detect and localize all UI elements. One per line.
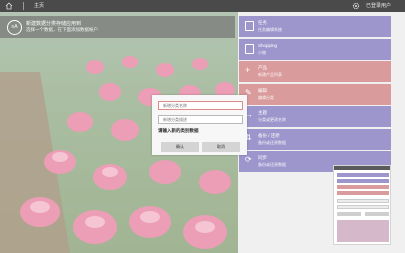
preview-input [337, 199, 389, 203]
tile-edit[interactable]: ✎ 编辑 编辑分类 [239, 83, 391, 105]
preview-button [365, 212, 389, 216]
preview-input [337, 205, 389, 209]
app-logo: ≡A [7, 20, 22, 35]
tile-title: 编辑 [258, 87, 267, 93]
page-title: 主页 [34, 3, 45, 9]
banner-title: 新建数据分类存储应用到 [26, 21, 82, 27]
cancel-button[interactable]: 取消 [202, 142, 240, 152]
add-category-dialog: 请输入新的类别数据 确认 取消 [152, 95, 247, 155]
category-description-input[interactable] [158, 115, 243, 124]
tile-subtitle: 编辑分类 [258, 94, 274, 100]
tile-title: 产品 [258, 65, 267, 70]
tile-shopping[interactable]: Shopping 小物 [239, 38, 391, 60]
category-tile-list: 任务 任务编辑系统 Shopping 小物 + 产品 新建产品列表 ✎ 编辑 编… [239, 16, 391, 174]
preview-photo [337, 220, 389, 242]
tile-title: 同步 [258, 155, 267, 160]
document-icon [245, 21, 254, 31]
gear-icon[interactable] [352, 2, 360, 10]
tile-subtitle: 分类或更改名称 [258, 117, 286, 122]
tile-subtitle: 新建产品列表 [258, 72, 282, 77]
dialog-prompt: 请输入新的类别数据 [158, 128, 199, 133]
tile-subtitle: 任务编辑系统 [258, 27, 282, 32]
preview-tile [337, 179, 389, 183]
preview-tile [337, 185, 389, 189]
tile-backup-restore[interactable]: ⇅ 备份 / 还原 备份或还原数据 [239, 128, 391, 150]
sync-icon: ⟳ [245, 155, 252, 164]
document-icon [245, 43, 254, 54]
tile-subtitle: 备份或还原数据 [258, 139, 286, 145]
preview-button [337, 212, 361, 216]
top-bar-divider [23, 2, 24, 10]
preview-tile [337, 173, 389, 177]
confirm-button[interactable]: 确认 [161, 142, 199, 152]
tile-title: 主题 [258, 110, 267, 115]
mobile-preview-thumbnail [333, 165, 391, 245]
banner-subtitle: 选择一个数据，在下面添加数据帐户 [26, 27, 98, 32]
top-bar: 主页 已登录用户 [0, 0, 405, 12]
welcome-banner: ≡A 新建数据分类存储应用到 选择一个数据，在下面添加数据帐户 [0, 16, 235, 38]
tile-subtitle: 备份或还原数据 [258, 162, 286, 167]
tile-title: Shopping [258, 42, 278, 48]
preview-tile [337, 191, 389, 195]
home-icon[interactable] [5, 2, 13, 10]
tile-theme[interactable]: → 主题 分类或更改名称 [239, 106, 391, 127]
user-settings-link[interactable]: 已登录用户 [366, 1, 391, 11]
plus-icon: + [245, 65, 251, 75]
category-name-input[interactable] [158, 101, 243, 110]
tile-tasks[interactable]: 任务 任务编辑系统 [239, 16, 391, 37]
tile-title: 任务 [258, 20, 267, 25]
tile-subtitle: 小物 [258, 49, 266, 55]
preview-header [334, 166, 390, 170]
tile-title: 备份 / 还原 [258, 132, 280, 138]
tile-add-product[interactable]: + 产品 新建产品列表 [239, 61, 391, 82]
